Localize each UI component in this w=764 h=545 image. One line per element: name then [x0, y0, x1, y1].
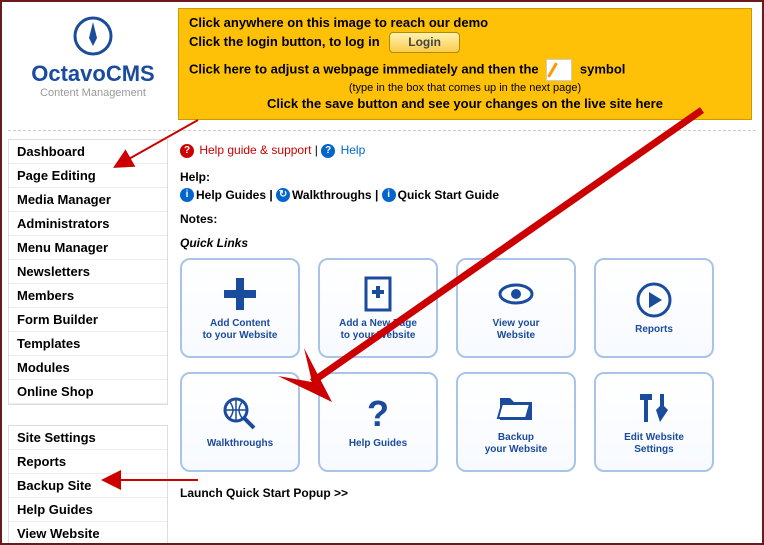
- nav-page-editing[interactable]: Page Editing: [9, 164, 167, 188]
- launch-quick-start-link[interactable]: Launch Quick Start Popup >>: [180, 486, 348, 500]
- svg-text:?: ?: [367, 394, 389, 434]
- question-icon: ?: [358, 394, 398, 434]
- banner-subnote: (type in the box that comes up in the ne…: [189, 81, 741, 95]
- quick-start-link[interactable]: Quick Start Guide: [398, 188, 499, 202]
- help-guide-icon: ?: [180, 144, 194, 158]
- nav-dashboard[interactable]: Dashboard: [9, 140, 167, 164]
- pencil-icon: [546, 59, 572, 81]
- nav-modules[interactable]: Modules: [9, 356, 167, 380]
- help-link[interactable]: Help: [341, 143, 366, 157]
- notes-label: Notes:: [180, 212, 744, 226]
- nav-menu-manager[interactable]: Menu Manager: [9, 236, 167, 260]
- folder-icon: [496, 388, 536, 428]
- nav-form-builder[interactable]: Form Builder: [9, 308, 167, 332]
- tile-add-content[interactable]: Add Contentto your Website: [180, 258, 300, 358]
- help-bar: ? Help guide & support | ? Help: [180, 143, 744, 158]
- tile-help-guides[interactable]: ? Help Guides: [318, 372, 438, 472]
- nav-media-manager[interactable]: Media Manager: [9, 188, 167, 212]
- walkthrough-icon: ↻: [276, 188, 290, 202]
- nav-templates[interactable]: Templates: [9, 332, 167, 356]
- tools-icon: [634, 388, 674, 428]
- brand-name: OctavoCMS: [8, 61, 178, 87]
- nav-group-top: Dashboard Page Editing Media Manager Adm…: [8, 139, 168, 405]
- tile-view-site[interactable]: View yourWebsite: [456, 258, 576, 358]
- info-icon: i: [382, 188, 396, 202]
- quick-links-grid: Add Contentto your Website Add a New Pag…: [180, 258, 744, 472]
- banner-line2: Click the login button, to log in Login: [189, 32, 741, 54]
- nav-online-shop[interactable]: Online Shop: [9, 380, 167, 404]
- help-icon: ?: [321, 144, 335, 158]
- banner-line1: Click anywhere on this image to reach ou…: [189, 15, 741, 32]
- tile-edit-settings[interactable]: Edit WebsiteSettings: [594, 372, 714, 472]
- banner-line3: Click here to adjust a webpage immediate…: [189, 59, 741, 81]
- new-page-icon: [358, 274, 398, 314]
- nav-group-bottom: Site Settings Reports Backup Site Help G…: [8, 425, 168, 545]
- nav-site-settings[interactable]: Site Settings: [9, 426, 167, 450]
- nav-administrators[interactable]: Administrators: [9, 212, 167, 236]
- nav-backup-site[interactable]: Backup Site: [9, 474, 167, 498]
- globe-search-icon: [220, 394, 260, 434]
- tile-add-page[interactable]: Add a New Pageto your Website: [318, 258, 438, 358]
- guide-row: iHelp Guides | ↻Walkthroughs | iQuick St…: [180, 188, 744, 203]
- help-guides-link[interactable]: Help Guides: [196, 188, 266, 202]
- demo-banner[interactable]: Click anywhere on this image to reach ou…: [178, 8, 752, 120]
- eye-icon: [496, 274, 536, 314]
- nav-help-guides[interactable]: Help Guides: [9, 498, 167, 522]
- help-section-label: Help:: [180, 170, 744, 184]
- login-button[interactable]: Login: [389, 32, 460, 54]
- walkthroughs-link[interactable]: Walkthroughs: [292, 188, 372, 202]
- nav-view-website[interactable]: View Website: [9, 522, 167, 545]
- pen-logo-icon: [73, 16, 113, 59]
- nav-members[interactable]: Members: [9, 284, 167, 308]
- tile-reports[interactable]: Reports: [594, 258, 714, 358]
- nav-newsletters[interactable]: Newsletters: [9, 260, 167, 284]
- header-divider: [8, 130, 756, 131]
- brand-tagline: Content Management: [8, 87, 178, 99]
- info-icon: i: [180, 188, 194, 202]
- plus-icon: [220, 274, 260, 314]
- tile-backup[interactable]: Backupyour Website: [456, 372, 576, 472]
- tile-walkthroughs[interactable]: Walkthroughs: [180, 372, 300, 472]
- banner-line4: Click the save button and see your chang…: [189, 96, 741, 113]
- help-guide-link[interactable]: Help guide & support: [199, 143, 311, 157]
- play-circle-icon: [634, 280, 674, 320]
- logo: OctavoCMS Content Management: [8, 8, 178, 99]
- sidebar: Dashboard Page Editing Media Manager Adm…: [8, 139, 168, 545]
- nav-reports[interactable]: Reports: [9, 450, 167, 474]
- quick-links-label: Quick Links: [180, 236, 744, 250]
- content-area: ? Help guide & support | ? Help Help: iH…: [168, 139, 756, 545]
